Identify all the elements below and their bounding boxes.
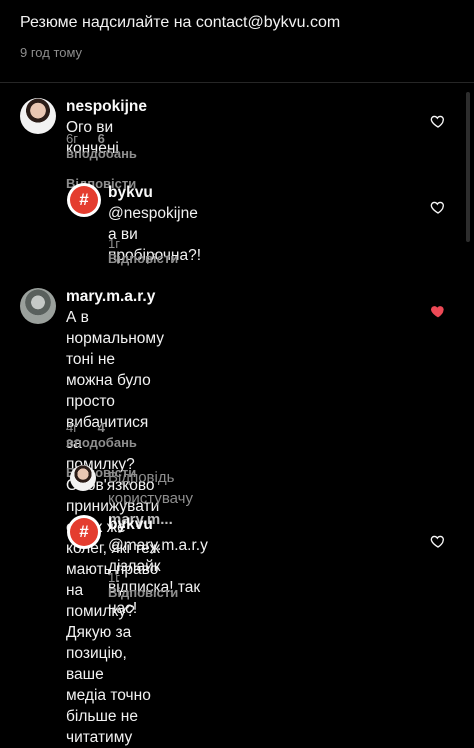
comment-username[interactable]: bykvu [108,184,153,201]
scrollbar[interactable] [466,92,470,242]
comment-username[interactable]: nespokijne [66,98,147,115]
hash-logo-icon: # [70,518,98,546]
comment-time: 6г [66,131,78,146]
comment-time: 1г [108,236,120,251]
comment-body-6: медіа точно більше не читатиму [66,687,151,746]
comment-meta: 1г Відповісти [108,236,178,266]
reply-button[interactable]: Відповісти [108,585,178,600]
comment-username[interactable]: mary.m.a.r.y [66,288,155,305]
caption-text: Резюме надсилайте на contact@bykvu.com [20,14,341,31]
reply-to-prefix: Відповідь користувачу [108,469,193,507]
comment-time: 4г [66,420,78,435]
heart-outline-icon[interactable] [430,113,446,129]
heart-outline-icon[interactable] [430,199,446,215]
comment-username[interactable]: bykvu [108,516,153,533]
comment-body-1: А в нормальному тоні не [66,309,164,368]
avatar[interactable] [20,288,56,324]
avatar[interactable] [20,98,56,134]
comment-text: bykvu @mary.m.a.r.y дізлайк відписка! та… [108,514,208,619]
comment-mention[interactable]: @nespokijne [108,205,198,222]
divider [0,82,474,83]
reply-button[interactable]: Відповісти [108,251,178,266]
comment-meta: 1г Відповісти [108,570,178,600]
hash-logo-icon: # [70,186,98,214]
heart-outline-icon[interactable] [430,533,446,549]
avatar [70,465,96,491]
heart-filled-icon[interactable] [430,303,446,319]
avatar[interactable]: # [67,515,101,549]
comment-mention[interactable]: @mary.m.a.r.y [108,537,208,554]
avatar[interactable]: # [67,183,101,217]
comment-time: 1г [108,570,120,585]
caption-time: 9 год тому [20,45,83,60]
